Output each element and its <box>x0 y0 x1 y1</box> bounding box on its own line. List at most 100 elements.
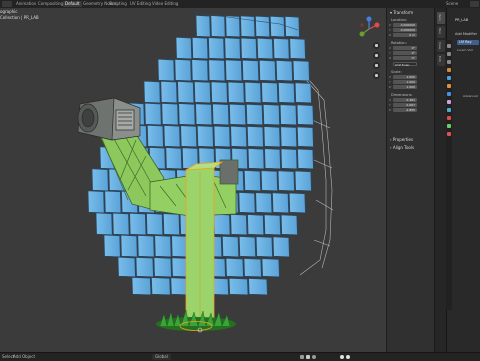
mirror-facet <box>238 192 256 214</box>
solar-dish-model[interactable] <box>0 8 386 352</box>
tab-compositing[interactable]: Compositing <box>36 1 65 7</box>
modifier-row: Lorem Voll <box>457 48 473 52</box>
scale-x-field[interactable]: 1.000 <box>393 75 417 79</box>
mirror-facet <box>195 103 213 126</box>
mirror-facet <box>297 148 314 170</box>
tab-edit[interactable]: Edit <box>437 54 445 66</box>
mirror-facet <box>263 126 281 148</box>
tab-animation[interactable]: Animation <box>14 1 38 7</box>
mirror-facet <box>95 212 113 236</box>
mirror-facet <box>163 125 181 148</box>
output-tab-icon[interactable] <box>447 60 451 64</box>
mirror-facet <box>225 59 243 82</box>
modifier-item[interactable]: LM Ray <box>457 40 479 45</box>
mirror-facet <box>146 213 164 236</box>
location-x-field[interactable]: 0.000000 <box>393 23 417 27</box>
mirror-facet <box>244 81 262 104</box>
mirror-facet <box>196 125 214 148</box>
add-menu[interactable]: Add <box>13 354 21 360</box>
advanced-section[interactable]: Advanced <box>463 94 478 98</box>
mirror-facet <box>247 214 265 236</box>
tab-default[interactable]: Default <box>63 1 82 7</box>
mirror-facet <box>248 278 268 296</box>
material-tab-icon[interactable] <box>447 132 451 136</box>
object-name[interactable]: PR_LAB <box>455 18 468 22</box>
mirror-facet <box>151 277 171 296</box>
dimensions-z-field[interactable]: 2.895 <box>393 108 417 112</box>
viewport-shading-solid-icon[interactable] <box>300 355 304 359</box>
world-tab-icon[interactable] <box>447 76 451 80</box>
axis-y-label: Y <box>389 28 391 32</box>
mirror-facet <box>289 38 306 60</box>
dimensions-x-field[interactable]: 0.481 <box>393 98 417 102</box>
viewport-shading-material-icon[interactable] <box>306 355 310 359</box>
mirror-facet <box>154 235 172 258</box>
physics-tab-icon[interactable] <box>447 108 451 112</box>
mirror-facet <box>228 277 249 296</box>
transform-pivot-select[interactable]: Global <box>152 354 171 360</box>
mirror-facet <box>229 103 247 126</box>
tab-item[interactable]: Item <box>437 12 445 24</box>
location-y-field[interactable]: 0.000000 <box>393 28 417 32</box>
mirror-facet <box>174 59 192 82</box>
tab-tool[interactable]: Tool <box>437 26 445 38</box>
mirror-facet <box>191 37 209 60</box>
properties-header[interactable]: › Properties <box>390 137 413 142</box>
mirror-facet <box>262 104 280 126</box>
transform-header[interactable]: ▾ Transform <box>390 10 413 15</box>
mirror-facet <box>255 236 273 258</box>
rotation-mode-select[interactable]: XYZ Euler <box>393 62 417 67</box>
editor-menu-icon[interactable] <box>2 1 12 7</box>
constraints-tab-icon[interactable] <box>447 116 451 120</box>
mirror-facet <box>261 258 280 278</box>
tab-video-editing[interactable]: Video Editing <box>150 1 180 7</box>
rotation-y-field[interactable]: 0° <box>393 51 417 55</box>
3d-viewport[interactable]: ographic Collection | PR_LAB <box>0 8 386 352</box>
mirror-facet <box>264 148 281 170</box>
mirror-facet <box>243 170 261 192</box>
scale-y-field[interactable]: 1.000 <box>393 80 417 84</box>
mirror-facet <box>210 81 228 104</box>
viewport-shading-rendered-icon[interactable] <box>312 355 316 359</box>
mirror-facet <box>230 213 248 236</box>
scene-selector[interactable]: Scene <box>444 1 460 7</box>
particles-tab-icon[interactable] <box>447 100 451 104</box>
mirror-facet <box>243 258 262 278</box>
tab-scripting[interactable]: Scripting <box>107 1 129 7</box>
mirror-facet <box>178 103 196 126</box>
xray-toggle-icon[interactable] <box>346 355 350 359</box>
scene-close-icon[interactable] <box>470 1 479 7</box>
axis-z-label: Z <box>389 108 392 112</box>
tool-tab-icon[interactable] <box>447 44 451 48</box>
object-tab-icon[interactable] <box>447 84 451 88</box>
mirror-facet <box>280 214 298 236</box>
scale-z-field[interactable]: 1.000 <box>393 85 417 89</box>
tab-view-label: View <box>438 42 442 50</box>
axis-y-label: Y <box>389 51 391 55</box>
axis-x-label: X <box>389 23 392 27</box>
modifier-tab-icon[interactable] <box>447 92 451 96</box>
add-modifier-button[interactable]: Add Modifier <box>455 32 477 36</box>
mirror-facet <box>213 213 231 236</box>
mirror-facet <box>222 235 240 258</box>
object-menu[interactable]: Object <box>22 354 35 360</box>
mirror-facet <box>144 102 162 126</box>
axis-y-label: Y <box>389 80 391 84</box>
scene-tab-icon[interactable] <box>447 68 451 72</box>
overlay-toggle-icon[interactable] <box>340 355 344 359</box>
mirror-facet <box>131 277 152 296</box>
mirror-facet <box>137 235 155 258</box>
mirror-facet <box>294 82 312 104</box>
align-tools-header[interactable]: › Align Tools <box>390 145 414 150</box>
render-tab-icon[interactable] <box>447 52 451 56</box>
dimensions-y-field[interactable]: 0.067 <box>393 103 417 107</box>
mirror-facet <box>246 103 264 126</box>
rotation-x-field[interactable]: 0° <box>393 46 417 50</box>
scale-label: Scale: <box>391 70 402 74</box>
tab-view[interactable]: View <box>437 40 445 52</box>
mirror-facet <box>279 104 297 126</box>
mirror-facet <box>91 168 109 192</box>
data-tab-icon[interactable] <box>447 124 451 128</box>
location-z-field[interactable]: 0 m <box>393 33 417 37</box>
rotation-z-field[interactable]: 0° <box>393 56 417 60</box>
